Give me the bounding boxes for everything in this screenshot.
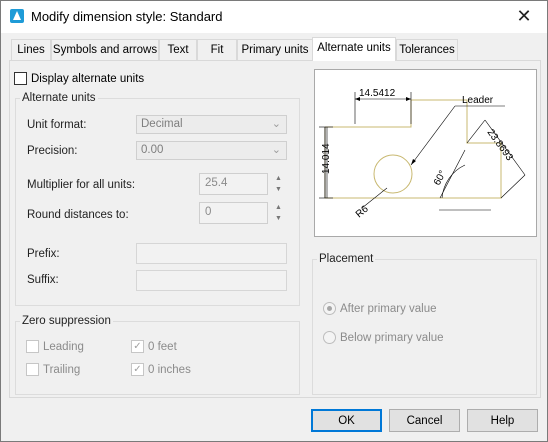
- alternate-units-title: Alternate units: [20, 92, 98, 104]
- zero-inches-label: 0 inches: [148, 363, 191, 376]
- unit-format-select[interactable]: Decimal ⌄: [136, 115, 287, 134]
- spin-down-icon[interactable]: ▼: [271, 213, 286, 224]
- leading-checkbox[interactable]: Leading: [26, 340, 84, 353]
- display-alternate-units-label: Display alternate units: [31, 72, 145, 85]
- dim-left: 14.014: [321, 143, 332, 174]
- unit-format-value: Decimal: [141, 118, 183, 130]
- chevron-down-icon: ⌄: [271, 144, 281, 156]
- cancel-button[interactable]: Cancel: [389, 409, 460, 432]
- app-icon: [10, 9, 24, 23]
- dialog-window: Modify dimension style: Standard ✕ Lines…: [0, 0, 548, 442]
- suffix-label: Suffix:: [27, 274, 59, 286]
- spin-down-icon[interactable]: ▼: [271, 184, 286, 195]
- checkbox-box[interactable]: [26, 340, 39, 353]
- zero-suppression-title: Zero suppression: [20, 315, 113, 327]
- after-primary-label: After primary value: [340, 302, 437, 315]
- dialog-title: Modify dimension style: Standard: [31, 9, 223, 24]
- preview-drawing: 14.5412 14.014 Leader 23.8693 R6 60°: [319, 88, 526, 220]
- placement-group: Placement: [312, 253, 537, 395]
- check-icon[interactable]: ✓: [131, 340, 144, 353]
- tab-lines[interactable]: Lines: [11, 39, 51, 60]
- preview-panel: 14.5412 14.014 Leader 23.8693 R6 60°: [314, 69, 537, 237]
- suffix-input[interactable]: [136, 270, 287, 291]
- round-distances-label: Round distances to:: [27, 209, 129, 221]
- tab-symbols-and-arrows[interactable]: Symbols and arrows: [51, 39, 159, 60]
- round-distances-input[interactable]: 0: [199, 202, 268, 224]
- radius-label: R6: [354, 203, 371, 220]
- multiplier-value: 25.4: [205, 177, 228, 189]
- tab-text[interactable]: Text: [159, 39, 197, 60]
- below-primary-radio[interactable]: Below primary value: [323, 331, 444, 344]
- round-distances-stepper[interactable]: ▲ ▼: [271, 202, 286, 224]
- close-icon: ✕: [516, 6, 532, 26]
- check-icon[interactable]: ✓: [131, 363, 144, 376]
- leader-label: Leader: [462, 95, 494, 106]
- after-primary-radio[interactable]: After primary value: [323, 302, 437, 315]
- angle-label: 60°: [432, 169, 449, 188]
- ok-button[interactable]: OK: [311, 409, 382, 432]
- multiplier-stepper[interactable]: ▲ ▼: [271, 173, 286, 195]
- tab-primary-units[interactable]: Primary units: [237, 39, 313, 60]
- leading-label: Leading: [43, 340, 84, 353]
- precision-label: Precision:: [27, 145, 78, 157]
- spin-up-icon[interactable]: ▲: [271, 173, 286, 184]
- dim-top: 14.5412: [359, 88, 396, 99]
- precision-value: 0.00: [141, 144, 164, 156]
- prefix-label: Prefix:: [27, 248, 60, 260]
- tab-fit[interactable]: Fit: [197, 39, 237, 60]
- display-alternate-units-checkbox[interactable]: Display alternate units: [14, 72, 144, 85]
- zero-inches-checkbox[interactable]: ✓ 0 inches: [131, 363, 191, 376]
- tab-strip: Lines Symbols and arrows Text Fit Primar…: [11, 37, 541, 61]
- checkbox-box[interactable]: [26, 363, 39, 376]
- trailing-label: Trailing: [43, 363, 81, 376]
- zero-feet-label: 0 feet: [148, 340, 177, 353]
- trailing-checkbox[interactable]: Trailing: [26, 363, 80, 376]
- radio-selected-icon[interactable]: [323, 302, 336, 315]
- chevron-down-icon: ⌄: [271, 118, 281, 130]
- title-bar: Modify dimension style: Standard ✕: [1, 1, 547, 33]
- zero-suppression-group: Zero suppression: [15, 315, 300, 395]
- multiplier-label: Multiplier for all units:: [27, 179, 136, 191]
- radio-icon[interactable]: [323, 331, 336, 344]
- prefix-input[interactable]: [136, 243, 287, 264]
- checkbox-box[interactable]: [14, 72, 27, 85]
- tab-tolerances[interactable]: Tolerances: [396, 39, 458, 60]
- help-button[interactable]: Help: [467, 409, 538, 432]
- close-button[interactable]: ✕: [501, 1, 547, 32]
- dim-diagonal: 23.8693: [485, 127, 515, 163]
- round-distances-value: 0: [205, 206, 212, 218]
- unit-format-label: Unit format:: [27, 119, 87, 131]
- placement-title: Placement: [317, 253, 376, 265]
- spin-up-icon[interactable]: ▲: [271, 202, 286, 213]
- below-primary-label: Below primary value: [340, 331, 444, 344]
- tab-alternate-units[interactable]: Alternate units: [312, 37, 396, 61]
- multiplier-input[interactable]: 25.4: [199, 173, 268, 195]
- precision-select[interactable]: 0.00 ⌄: [136, 141, 287, 160]
- zero-feet-checkbox[interactable]: ✓ 0 feet: [131, 340, 177, 353]
